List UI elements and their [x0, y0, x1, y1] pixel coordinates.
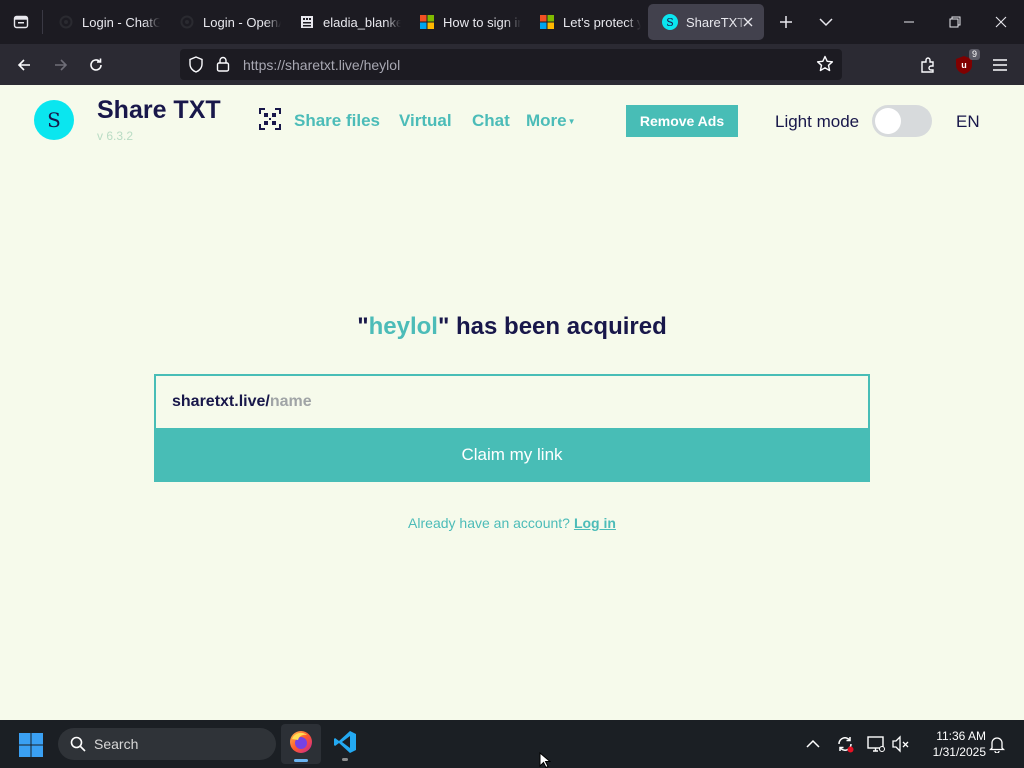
- clock-date: 1/31/2025: [932, 745, 986, 759]
- close-window-icon[interactable]: [978, 0, 1024, 44]
- back-icon[interactable]: [9, 50, 39, 80]
- reload-icon[interactable]: [81, 50, 111, 80]
- nav-virtual[interactable]: Virtual: [399, 111, 452, 131]
- tab-title: ShareTXT -: [686, 14, 748, 30]
- svg-text:u: u: [961, 60, 967, 70]
- site-version: v 6.3.2: [97, 129, 134, 143]
- microsoft-icon: [419, 14, 435, 30]
- remove-ads-button[interactable]: Remove Ads: [626, 105, 738, 137]
- caret-down-icon: ▼: [567, 117, 576, 127]
- tab-sharetxt[interactable]: S ShareTXT -: [648, 4, 764, 40]
- ublock-count-badge: 9: [968, 49, 980, 60]
- url-host: https://sharetxt.live/: [243, 57, 364, 73]
- microsoft-icon: [539, 14, 555, 30]
- tab-eladia-blankenship[interactable]: eladia_blankenship: [285, 4, 401, 40]
- windows-taskbar: Search 11:36 AM 1/31/2025: [0, 720, 1024, 768]
- claim-input-row[interactable]: sharetxt.live/: [156, 376, 868, 428]
- firefox-icon: [288, 729, 314, 760]
- mouse-cursor-icon: [539, 751, 552, 768]
- link-prefix: sharetxt.live/: [172, 393, 270, 410]
- sharetxt-logo[interactable]: S: [34, 100, 74, 140]
- light-mode-label: Light mode: [775, 112, 860, 131]
- tab-login-openai[interactable]: Login - OpenAI: [165, 4, 281, 40]
- active-app-indicator: [294, 759, 308, 762]
- page-heading: "heylol" has been acquired: [0, 313, 1024, 341]
- ublock-icon[interactable]: u 9: [949, 49, 980, 80]
- tab-title: eladia_blankenship: [323, 14, 401, 30]
- site-title[interactable]: Share TXT: [97, 96, 221, 125]
- clock-time: 11:36 AM: [936, 729, 986, 743]
- page-content: S Share TXT v 6.3.2 Share files Virtual …: [0, 85, 1024, 720]
- restore-icon[interactable]: [932, 0, 978, 44]
- nav-more-label: More: [526, 111, 567, 130]
- notification-bell-icon[interactable]: [987, 734, 1007, 754]
- search-label: Search: [94, 736, 139, 752]
- tab-title: Let's protect your: [563, 14, 641, 30]
- url-path: heylol: [363, 57, 401, 73]
- tab-title: Login - ChatGPT: [82, 14, 160, 30]
- bookmark-star-icon[interactable]: [816, 55, 834, 78]
- browser-tab-strip: Login - ChatGPT Login - OpenAI eladia_bl…: [0, 0, 1024, 44]
- claim-link-button[interactable]: Claim my link: [154, 428, 870, 482]
- nav-chat[interactable]: Chat: [472, 111, 510, 131]
- vscode-icon: [333, 730, 357, 759]
- sharetxt-icon: S: [662, 14, 678, 30]
- sync-icon[interactable]: [835, 734, 855, 754]
- taskbar-firefox[interactable]: [281, 724, 321, 764]
- new-tab-icon[interactable]: [772, 8, 800, 36]
- account-prompt: Already have an account? Log in: [0, 515, 1024, 531]
- account-text: Already have an account?: [408, 515, 570, 531]
- tab-how-to-sign-in[interactable]: How to sign in: [405, 4, 521, 40]
- chevron-up-icon[interactable]: [803, 734, 823, 754]
- system-clock[interactable]: 11:36 AM 1/31/2025: [922, 728, 986, 760]
- heading-rest: " has been acquired: [437, 313, 667, 340]
- search-icon: [70, 736, 86, 752]
- minimize-icon[interactable]: [886, 0, 932, 44]
- claim-link-form: sharetxt.live/ Claim my link: [154, 374, 870, 482]
- firefox-view-icon[interactable]: [0, 0, 42, 44]
- chatgpt-icon: [58, 14, 74, 30]
- login-link[interactable]: Log in: [574, 515, 616, 531]
- document-icon: [299, 14, 315, 30]
- volume-muted-icon[interactable]: [891, 734, 911, 754]
- nav-more[interactable]: More▼: [526, 111, 576, 131]
- lock-icon[interactable]: [216, 56, 230, 77]
- url-text[interactable]: https://sharetxt.live/heylol: [243, 57, 400, 73]
- nav-share-files[interactable]: Share files: [294, 111, 380, 131]
- tab-divider: [42, 10, 43, 34]
- taskbar-search[interactable]: Search: [58, 728, 276, 760]
- language-selector[interactable]: EN: [956, 112, 980, 132]
- windows-start-icon[interactable]: [16, 730, 46, 760]
- tab-title: Login - OpenAI: [203, 14, 281, 30]
- openai-icon: [179, 14, 195, 30]
- shield-icon[interactable]: [188, 56, 204, 78]
- toggle-knob: [875, 108, 901, 134]
- extensions-icon[interactable]: [913, 50, 943, 80]
- tab-title: How to sign in: [443, 14, 521, 30]
- light-mode-toggle[interactable]: [872, 105, 932, 137]
- link-name-input[interactable]: [269, 393, 770, 411]
- svg-text:S: S: [666, 16, 674, 29]
- qr-code-icon[interactable]: [259, 108, 281, 135]
- browser-navigation-bar: https://sharetxt.live/heylol u 9: [0, 44, 1024, 85]
- heading-name: heylol: [368, 313, 438, 340]
- taskbar-vscode[interactable]: [325, 724, 365, 764]
- forward-icon[interactable]: [46, 50, 76, 80]
- url-bar[interactable]: https://sharetxt.live/heylol: [180, 49, 842, 80]
- chevron-down-icon[interactable]: [812, 8, 840, 36]
- network-icon[interactable]: [866, 734, 886, 754]
- close-tab-icon[interactable]: [740, 14, 756, 30]
- tab-login-chatgpt[interactable]: Login - ChatGPT: [44, 4, 160, 40]
- menu-icon[interactable]: [985, 50, 1015, 80]
- running-app-indicator: [342, 758, 348, 761]
- tab-lets-protect[interactable]: Let's protect your: [525, 4, 641, 40]
- heading-quote: ": [357, 313, 369, 340]
